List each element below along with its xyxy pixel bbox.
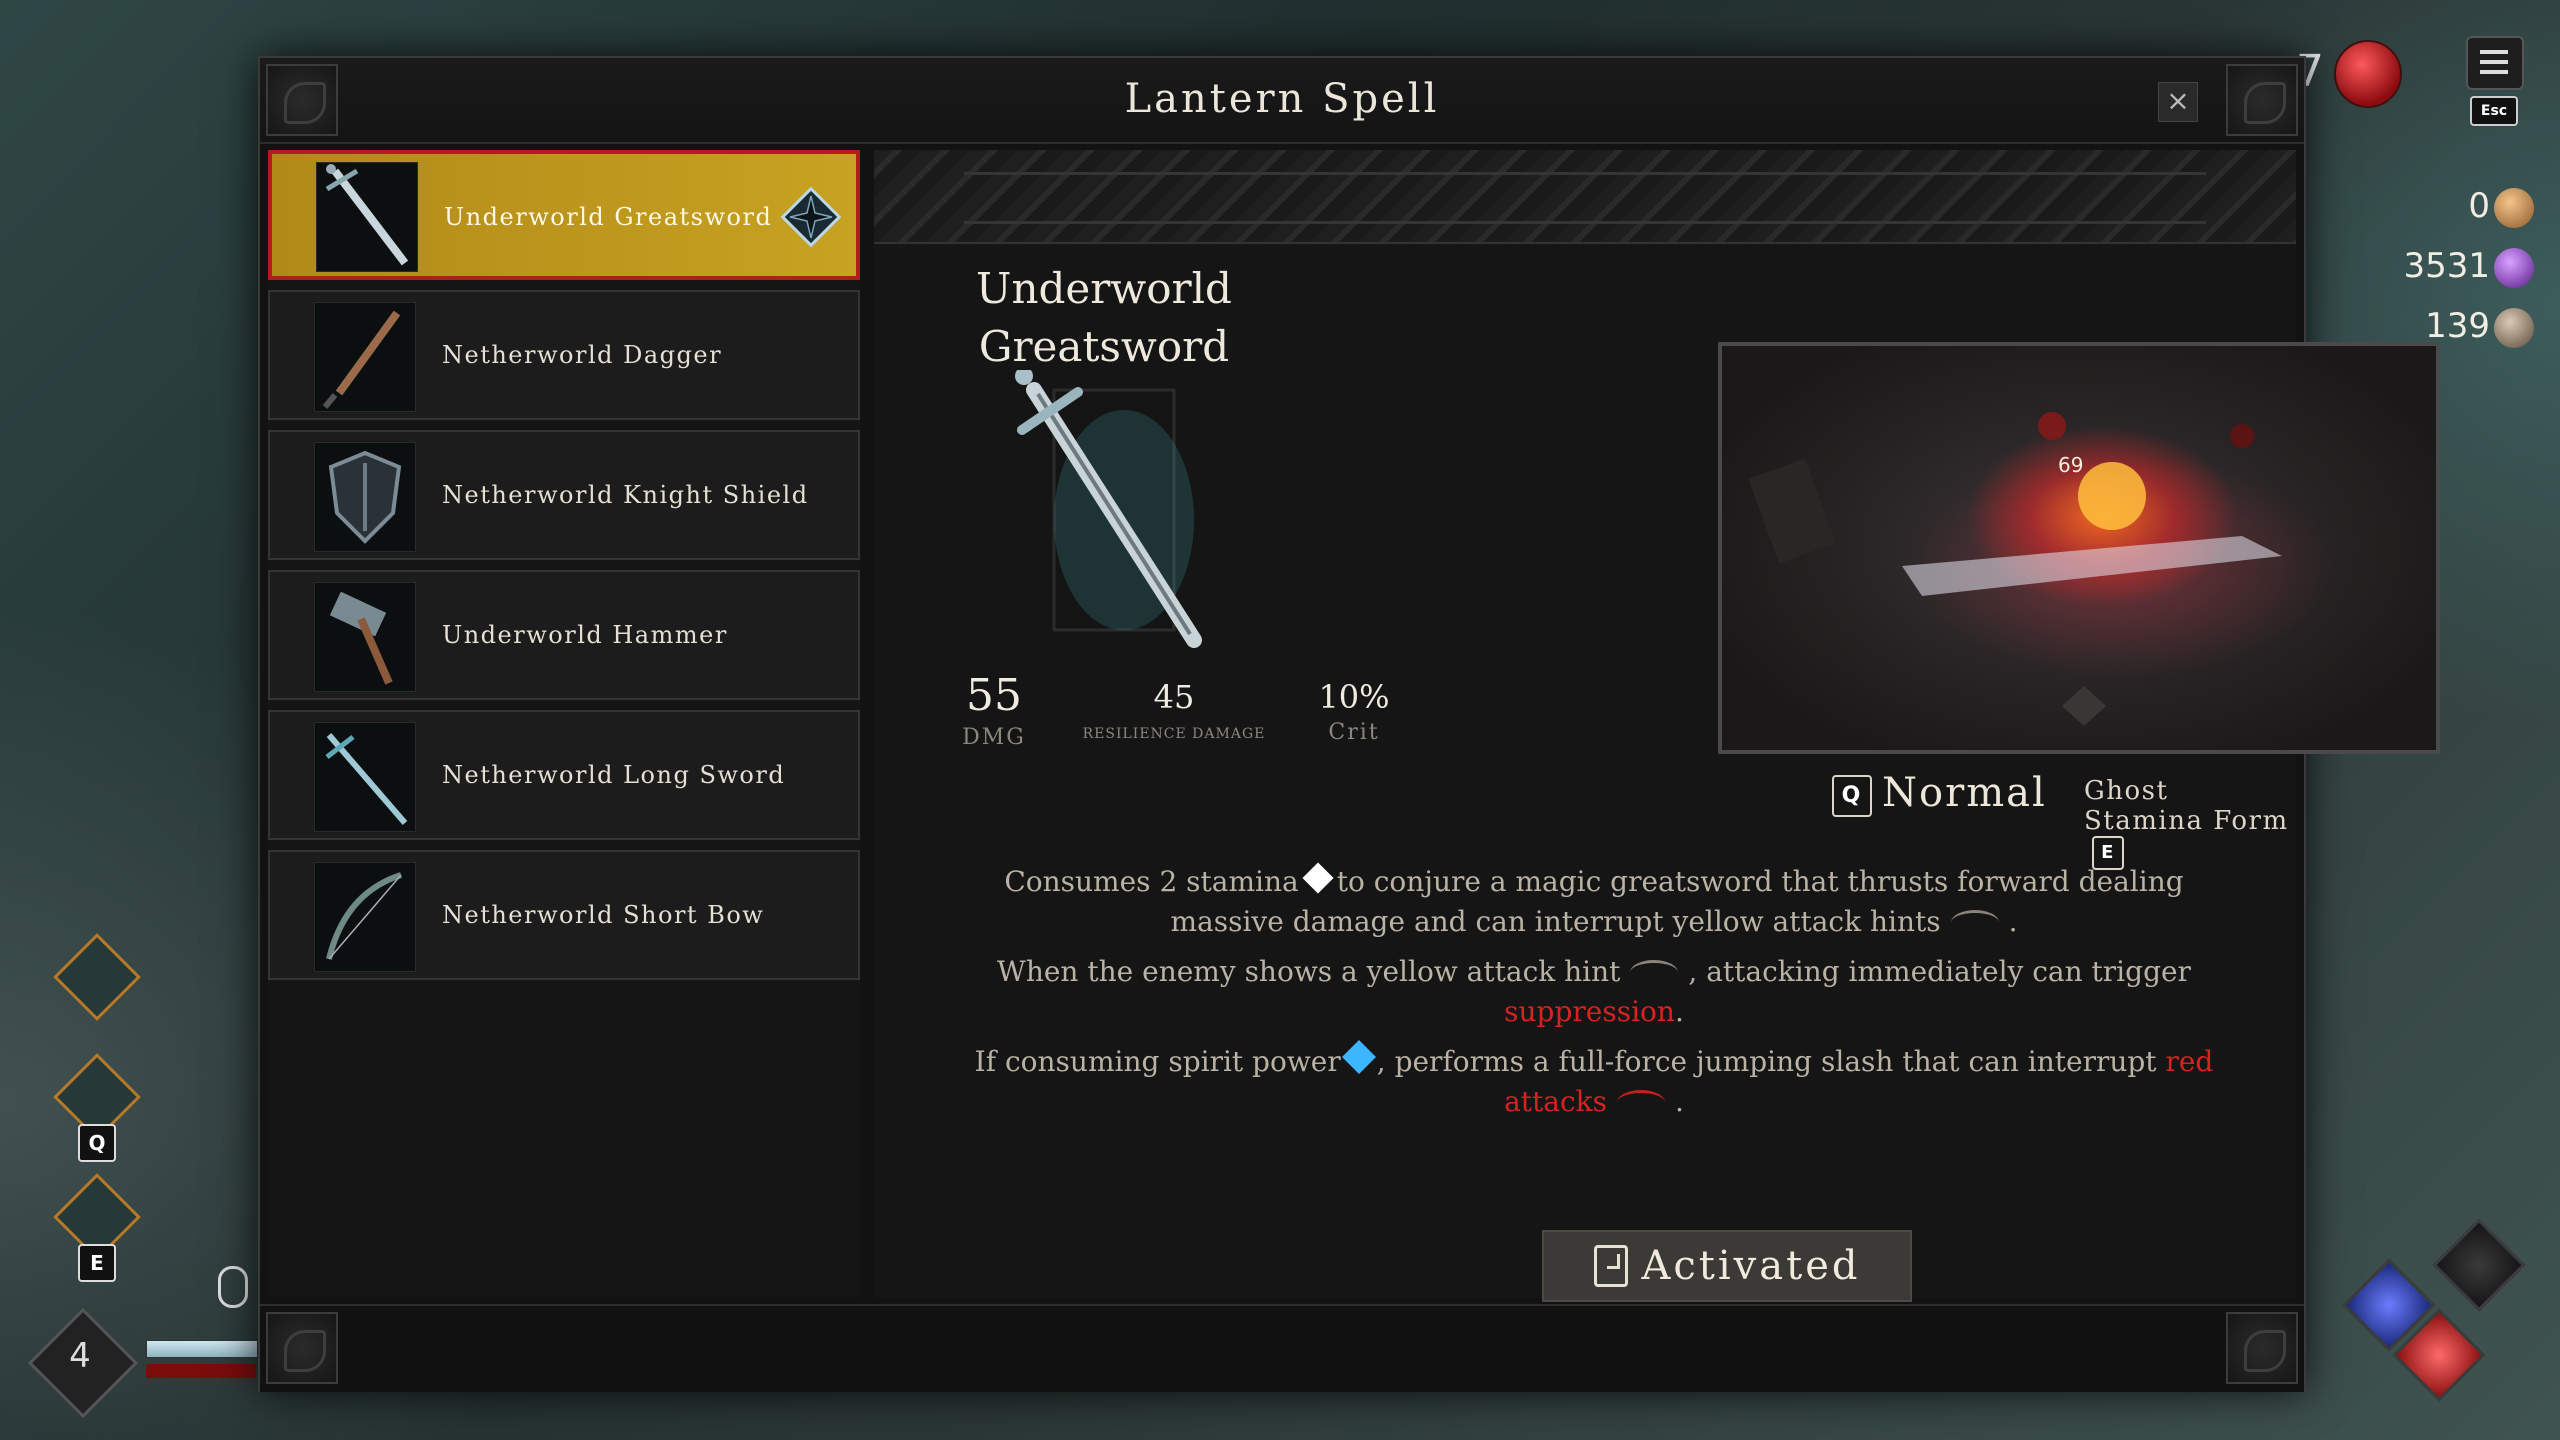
yellow-hint-arc-icon [1630, 960, 1679, 985]
level-number: 4 [69, 1336, 91, 1376]
dagger-icon [314, 302, 416, 412]
currency-relic-value: 139 [2425, 306, 2490, 346]
weapon-name: Underworld Greatsword [976, 264, 1232, 371]
stamina-bar [146, 1340, 258, 1358]
stat-dmg: 55 DMG [934, 670, 1054, 750]
stat-crit: 10% Crit [1274, 678, 1434, 745]
weapon-item-netherworld-dagger[interactable]: Netherworld Dagger [268, 290, 860, 420]
spirit-power-gem-icon [1341, 1040, 1376, 1074]
currency-coins: 0 [2468, 186, 2534, 228]
weapon-item-underworld-hammer[interactable]: Underworld Hammer [268, 570, 860, 700]
corner-ornament [2226, 1312, 2298, 1384]
mode-normal[interactable]: Q Normal [1832, 770, 2047, 817]
long-sword-icon [314, 722, 416, 832]
weapon-item-label: Netherworld Long Sword [442, 761, 786, 789]
activated-label: Activated [1641, 1243, 1861, 1289]
greatsword-icon [316, 162, 418, 272]
weapon-item-netherworld-short-bow[interactable]: Netherworld Short Bow [268, 850, 860, 980]
window-footer [260, 1304, 2304, 1392]
health-bar [146, 1364, 256, 1378]
stat-resilience-value: 45 [1153, 678, 1195, 716]
weapon-detail-panel: Underworld Greatsword 55 DMG 45 Resilien… [874, 150, 2440, 1298]
skill-key-e: E [78, 1244, 116, 1282]
ornament-banner [874, 150, 2296, 244]
hammer-icon [314, 582, 416, 692]
soul-crystal-icon [2494, 247, 2534, 288]
weapon-item-label: Netherworld Dagger [442, 341, 723, 369]
confirm-key-icon [1593, 1245, 1628, 1287]
mode-normal-label: Normal [1882, 770, 2047, 816]
coin-icon [2494, 187, 2534, 228]
weapon-item-netherworld-long-sword[interactable]: Netherworld Long Sword [268, 710, 860, 840]
spell-description: Consumes 2 stamina to conjure a magic gre… [944, 862, 2244, 1132]
currency-soul: 3531 [2403, 246, 2534, 288]
stat-crit-label: Crit [1328, 720, 1380, 745]
corner-ornament [266, 1312, 338, 1384]
stat-crit-value: 10% [1318, 678, 1390, 716]
title-bar: Lantern Spell × [260, 58, 2304, 144]
preview-scene: 69 [1748, 412, 2282, 726]
weapon-item-label: Underworld Hammer [442, 621, 728, 649]
stat-resilience-label: Resilience Damage [1082, 726, 1266, 742]
skill-key-q: Q [78, 1124, 116, 1162]
currency-coins-value: 0 [2468, 186, 2490, 226]
preview-damage-number: 69 [2058, 453, 2083, 477]
red-hint-arc-icon [1617, 1090, 1665, 1115]
desc-line-1: Consumes 2 stamina to conjure a magic gre… [944, 862, 2244, 942]
mouse-icon [218, 1266, 248, 1308]
relic-icon [2494, 307, 2534, 348]
weapon-item-netherworld-knight-shield[interactable]: Netherworld Knight Shield [268, 430, 860, 560]
weapon-list: Underworld Greatsword Netherworld Dagger… [268, 150, 860, 1298]
weapon-item-label: Netherworld Short Bow [442, 901, 765, 929]
desc-line-3: If consuming spirit power, performs a fu… [944, 1040, 2244, 1122]
shield-icon [314, 442, 416, 552]
stat-dmg-value: 55 [966, 670, 1022, 721]
mode-ghost-stamina[interactable]: Ghost Stamina FormE [2084, 776, 2296, 870]
weapon-item-label: Netherworld Knight Shield [442, 481, 809, 509]
short-bow-icon [314, 862, 416, 972]
weapon-item-underworld-greatsword[interactable]: Underworld Greatsword [268, 150, 860, 280]
weapon-item-label: Underworld Greatsword [444, 203, 773, 231]
lantern-spell-window: Lantern Spell × Underworld Greatsword Ne… [258, 56, 2440, 1392]
mode-key-q: Q [1832, 775, 1872, 817]
greatsword-art-icon [1015, 370, 1202, 648]
desc-line-2: When the enemy shows a yellow attack hin… [997, 955, 2191, 1028]
currency-relic: 139 [2425, 306, 2534, 348]
stat-dmg-label: DMG [962, 725, 1026, 750]
close-button[interactable]: × [2158, 82, 2198, 122]
stat-resilience: 45 Resilience Damage [1054, 678, 1294, 742]
menu-key-hint: Esc [2470, 96, 2518, 126]
activated-button[interactable]: Activated [1542, 1230, 1912, 1302]
yellow-hint-arc-icon [1950, 910, 1999, 935]
attack-preview-video: 69 [1718, 342, 2440, 754]
suppression-keyword: suppression [1504, 995, 1675, 1028]
equipped-diamond-icon [780, 186, 842, 248]
menu-button[interactable] [2466, 36, 2524, 90]
health-flask-icon[interactable] [2334, 40, 2402, 108]
mode-ghost-label: Ghost Stamina Form [2084, 776, 2289, 836]
currency-soul-value: 3531 [2403, 246, 2490, 286]
window-title: Lantern Spell [1124, 76, 1440, 122]
stamina-gem-icon [1302, 862, 1334, 894]
